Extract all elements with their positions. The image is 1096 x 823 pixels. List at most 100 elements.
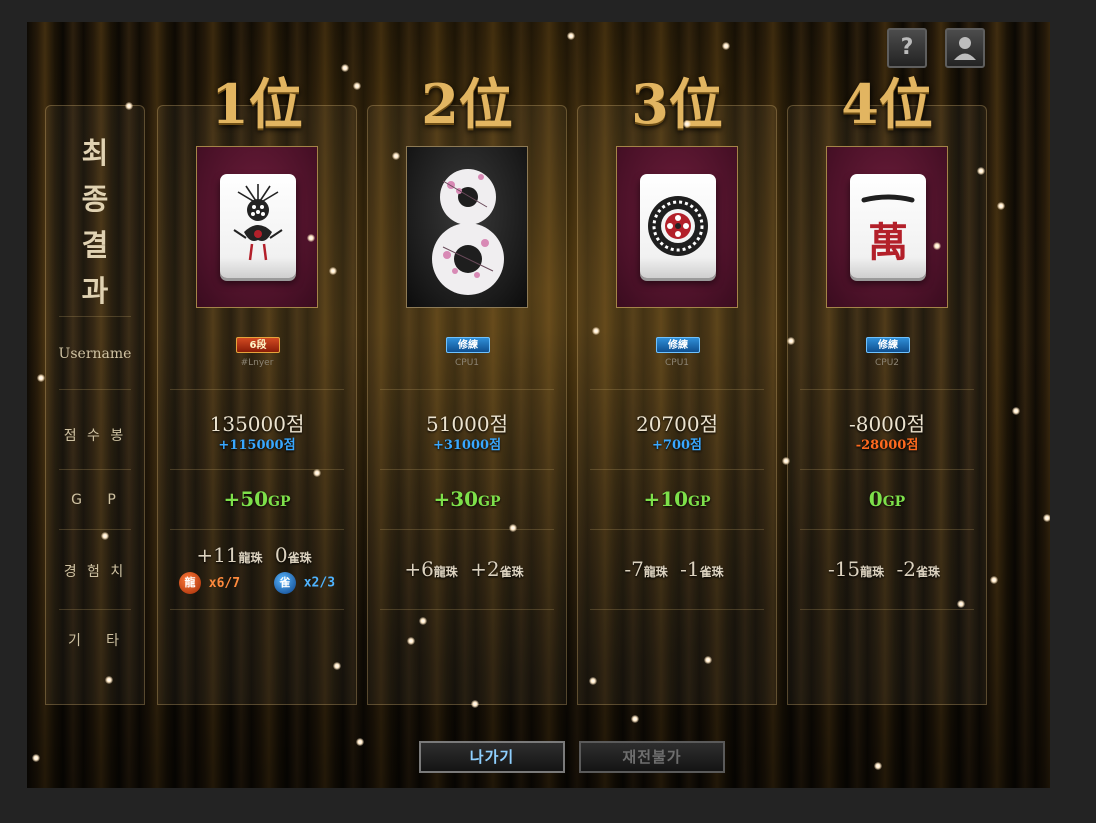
score-value: 135000점	[209, 412, 305, 436]
divider	[59, 469, 131, 470]
divider	[800, 389, 974, 390]
sparkle	[567, 32, 575, 40]
sparrow-orb-count: +2	[470, 557, 500, 581]
score-delta: +31000점	[432, 438, 502, 453]
rank-badge: 6段	[236, 337, 280, 353]
gp-label: G P	[71, 492, 119, 508]
dragon-orb-count: -7	[624, 557, 644, 581]
one-dot-tile-icon	[640, 174, 716, 278]
sparkle	[101, 532, 109, 540]
sparkle	[32, 754, 40, 762]
divider	[800, 529, 974, 530]
sparkle	[37, 374, 45, 382]
sparkle	[509, 524, 517, 532]
sparkle	[313, 469, 321, 477]
gp-unit: GP	[268, 494, 291, 510]
sparkle	[787, 337, 795, 345]
gp-amount: +10	[643, 487, 689, 511]
dragon-orb-unit: 龍珠	[860, 565, 885, 579]
exp-values: -15龍珠 -2雀珠	[788, 557, 986, 581]
gp-value: +10GP	[578, 487, 776, 511]
score-delta: +700점	[652, 438, 702, 453]
gp-amount: 0	[868, 487, 883, 511]
divider	[800, 469, 974, 470]
one-character-tile-icon: 萬	[850, 174, 926, 278]
sparkle	[341, 64, 349, 72]
exit-button[interactable]: 나가기	[419, 741, 565, 773]
gp-amount: +30	[433, 487, 479, 511]
sparrow-orb-count: -2	[896, 557, 917, 581]
label-panel: 최 종 결 과 Username 점 수 봉 G P 경 험 치 기 타	[45, 105, 145, 705]
divider	[590, 609, 764, 610]
score-label: 점 수 봉	[63, 428, 127, 444]
sparkle	[125, 102, 133, 110]
dragon-orb-unit: 龍珠	[433, 565, 458, 579]
player-column-3: 修練 CPU1 20700점 +700점 +10GP -7龍珠 -1雀珠	[577, 105, 777, 705]
gp-value: +30GP	[368, 487, 566, 511]
rematch-unavailable-button[interactable]: 재전불가	[579, 741, 725, 773]
divider	[59, 529, 131, 530]
rank-1-heading: 1位	[211, 72, 303, 136]
gp-amount: +50	[223, 487, 269, 511]
etc-label: 기 타	[67, 633, 123, 649]
svg-text:萬: 萬	[868, 219, 908, 266]
sparrow-orb-count: -1	[680, 557, 700, 581]
sparkle	[589, 677, 597, 685]
person-icon	[954, 37, 976, 60]
sparkle	[353, 82, 361, 90]
sparkle	[392, 152, 400, 160]
help-button[interactable]: ?	[887, 28, 927, 68]
divider	[590, 469, 764, 470]
rank-badge: 修練	[446, 337, 490, 353]
divider	[59, 609, 131, 610]
sparkle	[329, 267, 337, 275]
sparkle	[1043, 514, 1050, 522]
username: CPU1	[454, 358, 480, 368]
orb-progress: 龍 x6/7 雀 x2/3	[158, 572, 356, 594]
gp-value: 0GP	[788, 487, 986, 511]
divider	[59, 316, 131, 317]
dragon-orb-unit: 龍珠	[238, 551, 263, 565]
rank-2-heading: 2位	[421, 72, 513, 136]
result-screen: ? 최 종 결 과 Username 점 수 봉 G P 경 험 치 기 타 1…	[27, 22, 1050, 788]
title-char: 종	[81, 182, 109, 216]
sparkle	[356, 738, 364, 746]
sparkle	[631, 715, 639, 723]
sparrow-orb-unit: 雀珠	[699, 565, 724, 579]
rank-badge: 修練	[866, 337, 910, 353]
dragon-orb-count: +6	[404, 557, 434, 581]
sparkle	[957, 600, 965, 608]
dragon-orb-icon: 龍	[178, 572, 201, 594]
exp-values: +11龍珠 0雀珠	[158, 543, 356, 567]
username: CPU1	[664, 358, 690, 368]
dragon-orb-count: -15	[827, 557, 861, 581]
dragon-orb-unit: 龍珠	[643, 565, 668, 579]
divider	[380, 469, 554, 470]
sparkle	[977, 167, 985, 175]
divider	[380, 609, 554, 610]
dragon-orb-progress: x6/7	[208, 575, 241, 591]
sparkle	[704, 656, 712, 664]
profile-button[interactable]	[945, 28, 985, 68]
gp-unit: GP	[688, 494, 711, 510]
player-column-1: 6段 #Lnyer 135000점 +115000점 +50GP +11龍珠 0…	[157, 105, 357, 705]
sparkle	[592, 327, 600, 335]
player-column-4: 萬 修練 CPU2 -8000점 -28000점 0GP -15龍珠 -2雀珠	[787, 105, 987, 705]
exp-values: +6龍珠 +2雀珠	[368, 557, 566, 581]
rank-3-heading: 3位	[631, 72, 723, 136]
sparkle	[997, 202, 1005, 210]
final-result-title: 최 종 결 과	[46, 130, 144, 314]
sparkle	[933, 242, 941, 250]
divider	[170, 609, 344, 610]
divider	[590, 529, 764, 530]
gp-value: +50GP	[158, 487, 356, 511]
sparkle	[307, 234, 315, 242]
divider	[800, 609, 974, 610]
sparrow-orb-progress: x2/3	[303, 575, 336, 591]
divider	[380, 529, 554, 530]
gp-unit: GP	[478, 494, 501, 510]
score-delta: -28000점	[855, 438, 919, 453]
username: #Lnyer	[240, 358, 274, 368]
score-delta: +115000점	[218, 438, 296, 453]
username: CPU2	[874, 358, 900, 368]
